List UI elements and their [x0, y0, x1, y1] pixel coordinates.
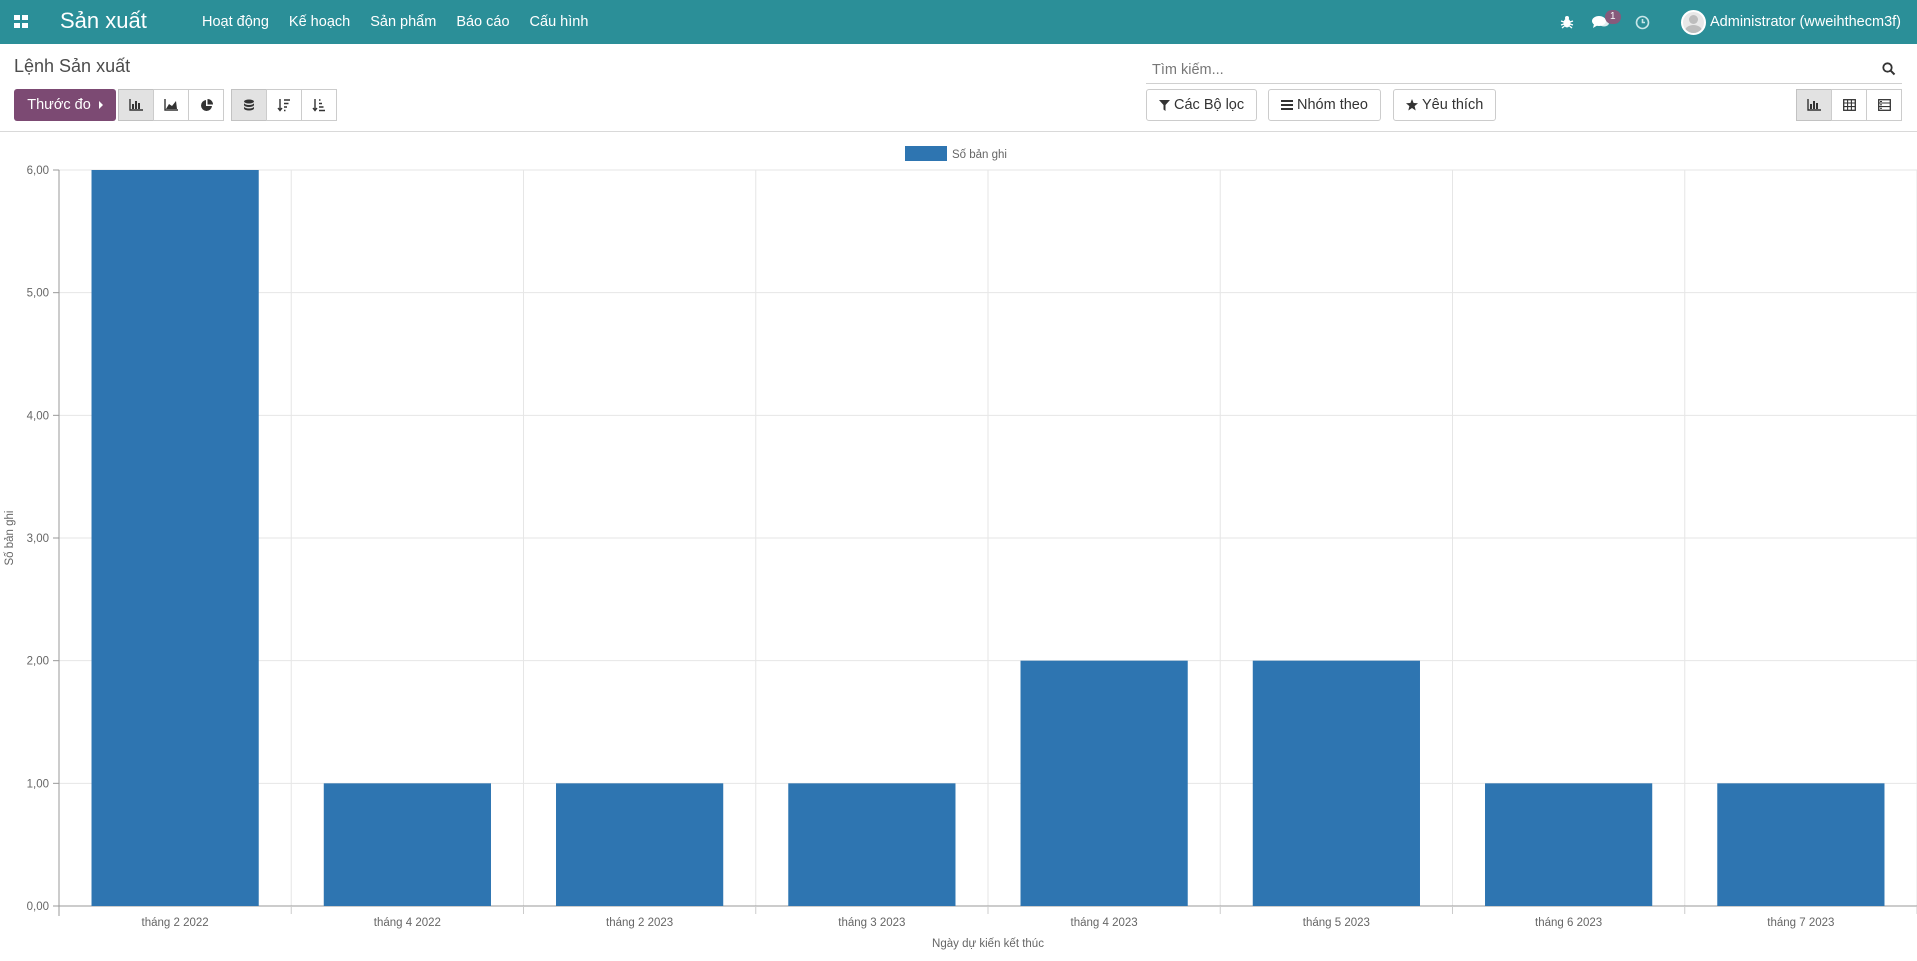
filter-icon: [1159, 99, 1170, 111]
bar-chart: 0,00 1,00 2,00 3,00 4,00 5,00 6,00 tháng 2 2022…: [4, 146, 1917, 950]
search-box: [1146, 56, 1902, 84]
pivot-view-button[interactable]: [1831, 89, 1867, 121]
y-tick-label: 0,00: [27, 901, 49, 913]
legend-label: Số bản ghi: [952, 149, 1007, 161]
x-tick-label: tháng 6 2023: [1535, 917, 1602, 929]
app-brand[interactable]: Sản xuất: [60, 8, 147, 34]
bar-4: [1020, 660, 1188, 906]
groupby-button[interactable]: Nhóm theo: [1268, 89, 1381, 121]
bar-3: [788, 783, 956, 906]
x-tick-label: tháng 3 2023: [838, 917, 905, 929]
avatar: [1681, 9, 1707, 35]
measures-label: Thước đo: [27, 97, 91, 113]
stacked-button[interactable]: [231, 89, 267, 121]
chart-options-group: [231, 89, 337, 121]
line-chart-button[interactable]: [153, 89, 189, 121]
control-panel: Lệnh Sản xuất Thước đo Các: [0, 44, 1917, 132]
top-navbar: Sản xuất Hoạt động Kế hoạch Sản phẩm Báo…: [0, 0, 1917, 44]
x-axis-title: Ngày dự kiến kết thúc: [932, 938, 1044, 950]
legend-swatch: [905, 146, 947, 161]
user-menu[interactable]: Administrator (wweihthecm3f): [1681, 9, 1901, 35]
area-chart-icon: [164, 99, 178, 111]
bar-6: [1485, 783, 1653, 906]
x-tick-label: tháng 2 2022: [142, 917, 209, 929]
y-tick-label: 4,00: [27, 410, 49, 422]
sort-descending-icon: [277, 99, 290, 112]
y-tick-label: 6,00: [27, 165, 49, 177]
y-tick-label: 3,00: [27, 533, 49, 545]
bar-chart-icon: [129, 99, 143, 111]
y-axis-title: Số bản ghi: [4, 511, 16, 566]
bar-0: [91, 170, 259, 906]
x-tick-label: tháng 7 2023: [1767, 917, 1834, 929]
pie-chart-icon: [200, 98, 213, 111]
apps-menu-icon[interactable]: [14, 13, 30, 29]
menu-item-planning[interactable]: Kế hoạch: [279, 14, 360, 30]
bug-icon[interactable]: [1553, 0, 1581, 44]
main-menu: Hoạt động Kế hoạch Sản phẩm Báo cáo Cấu …: [192, 0, 598, 44]
menu-item-reporting[interactable]: Báo cáo: [446, 14, 519, 30]
list-view-button[interactable]: [1866, 89, 1902, 121]
bar-1: [323, 783, 491, 906]
y-tick-label: 2,00: [27, 656, 49, 668]
favorites-button[interactable]: Yêu thích: [1393, 89, 1497, 121]
list-icon: [1877, 99, 1891, 111]
bar-chart-button[interactable]: [118, 89, 154, 121]
measures-button[interactable]: Thước đo: [14, 89, 116, 121]
messages-badge: 1: [1605, 10, 1621, 24]
caret-right-icon: [98, 101, 103, 109]
groupby-label: Nhóm theo: [1297, 97, 1368, 113]
favorites-label: Yêu thích: [1422, 97, 1484, 113]
sort-ascending-icon: [312, 99, 325, 112]
database-icon: [244, 99, 254, 110]
navbar-systray: 1 Administrator (wweihthecm3f): [1550, 0, 1917, 44]
star-icon: [1406, 99, 1418, 111]
y-tick-label: 1,00: [27, 778, 49, 790]
search-input[interactable]: [1146, 61, 1846, 78]
x-tick-label: tháng 4 2022: [374, 917, 441, 929]
menu-item-configuration[interactable]: Cấu hình: [520, 14, 599, 30]
pie-chart-button[interactable]: [188, 89, 224, 121]
sort-descending-button[interactable]: [266, 89, 302, 121]
x-tick-label: tháng 5 2023: [1303, 917, 1370, 929]
sort-ascending-button[interactable]: [301, 89, 337, 121]
menu-item-products[interactable]: Sản phẩm: [360, 14, 446, 30]
chat-icon[interactable]: 1: [1587, 0, 1621, 44]
chart-type-group: [118, 89, 224, 121]
breadcrumb: Lệnh Sản xuất: [14, 56, 131, 76]
bar-7: [1717, 783, 1885, 906]
bar-5: [1252, 660, 1420, 906]
filters-label: Các Bộ lọc: [1174, 97, 1245, 113]
graph-view-icon: [1807, 99, 1821, 111]
bar-2: [556, 783, 724, 906]
filters-button[interactable]: Các Bộ lọc: [1146, 89, 1258, 121]
table-icon: [1842, 99, 1856, 111]
chart-area: 0,00 1,00 2,00 3,00 4,00 5,00 6,00 tháng 2 2022…: [0, 133, 1917, 956]
menu-item-operations[interactable]: Hoạt động: [192, 14, 279, 30]
x-tick-label: tháng 4 2023: [1071, 917, 1138, 929]
x-tick-label: tháng 2 2023: [606, 917, 673, 929]
user-name: Administrator (wweihthecm3f): [1710, 14, 1901, 30]
y-tick-label: 5,00: [27, 288, 49, 300]
search-icon[interactable]: [1882, 62, 1896, 81]
bars-icon: [1281, 100, 1293, 110]
view-switcher: [1796, 89, 1902, 121]
graph-view-button[interactable]: [1796, 89, 1832, 121]
clock-icon[interactable]: [1628, 0, 1656, 44]
